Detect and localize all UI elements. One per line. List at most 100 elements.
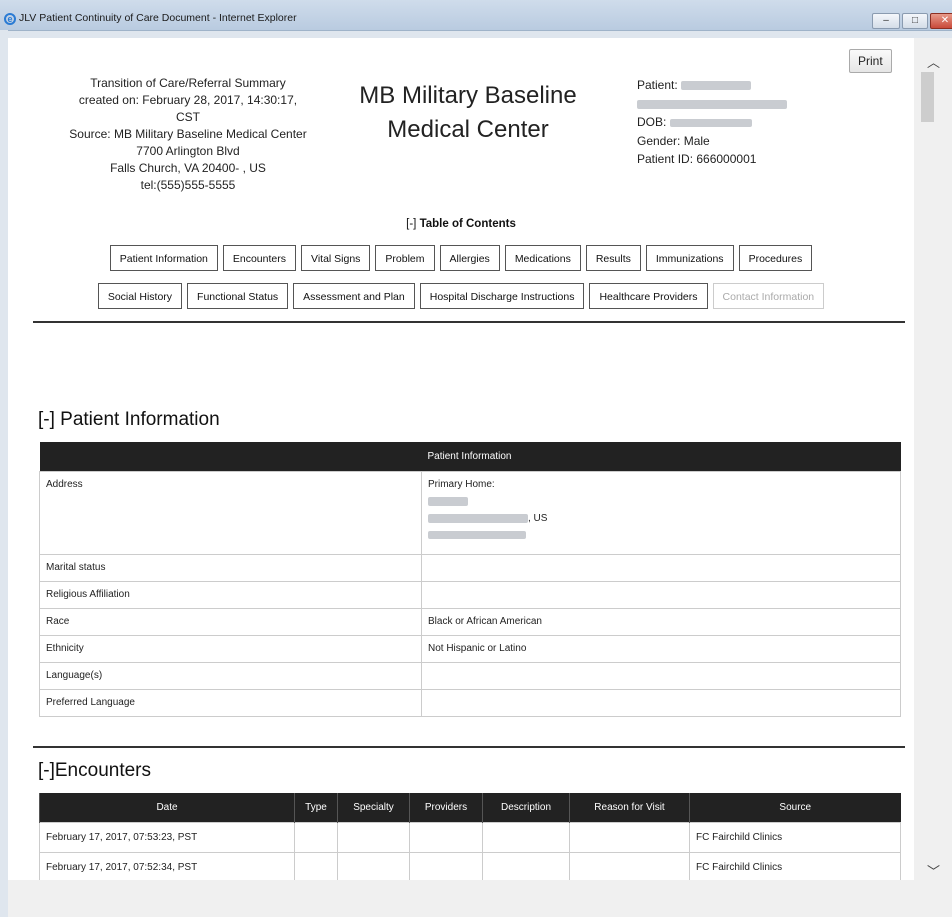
- toc-assessment-and-plan[interactable]: Assessment and Plan: [293, 283, 415, 309]
- column-header: Date: [39, 793, 295, 823]
- table-of-contents-heading: [-] Table of Contents: [8, 218, 914, 230]
- column-header: Type: [294, 793, 338, 823]
- redacted-dob: [669, 118, 752, 127]
- toc-functional-status[interactable]: Functional Status: [187, 283, 289, 309]
- dob-label: DOB:: [637, 115, 667, 129]
- encounter-description: [482, 822, 570, 853]
- address-type: Primary Home:: [428, 479, 495, 490]
- encounter-description: [482, 852, 570, 880]
- patient-information-table: Patient Information Address Primary Home…: [39, 442, 901, 717]
- gender: Gender: Male: [637, 133, 710, 148]
- encounter-date: February 17, 2017, 07:53:23, PST: [39, 822, 295, 853]
- column-header: Reason for Visit: [569, 793, 690, 823]
- column-header: Source: [689, 793, 901, 823]
- summary-line: Falls Church, VA 20400- , US: [110, 161, 266, 175]
- toc-row: Patient Information Encounters Vital Sig…: [8, 245, 914, 271]
- toc-vital-signs[interactable]: Vital Signs: [301, 245, 371, 271]
- table-row: February 17, 2017, 07:52:34, PST FC Fair…: [39, 852, 901, 880]
- marital-status-value: [421, 554, 901, 582]
- marital-status-label: Marital status: [39, 554, 422, 582]
- religious-affiliation-label: Religious Affiliation: [39, 581, 422, 609]
- patient-information-table-header: Patient Information: [421, 442, 901, 472]
- table-row: February 17, 2017, 07:53:23, PST FC Fair…: [39, 822, 901, 853]
- summary-line: Source: MB Military Baseline Medical Cen…: [69, 127, 307, 141]
- encounter-specialty: [337, 822, 410, 853]
- toc-immunizations[interactable]: Immunizations: [645, 245, 734, 271]
- toc-procedures[interactable]: Procedures: [738, 245, 813, 271]
- facility-title-line: MB Military Baseline: [359, 82, 577, 109]
- redacted-street: [428, 496, 468, 506]
- ethnicity-value: Not Hispanic or Latino: [421, 635, 901, 663]
- toc-problem[interactable]: Problem: [375, 245, 435, 271]
- encounters-table: Date Type Specialty Providers Descriptio…: [39, 793, 901, 880]
- languages-label: Language(s): [39, 662, 422, 690]
- patient-label: Patient:: [637, 78, 678, 92]
- toc-patient-information[interactable]: Patient Information: [109, 245, 218, 271]
- ethnicity-label: Ethnicity: [39, 635, 422, 663]
- maximize-button[interactable]: □: [902, 13, 928, 29]
- scroll-down-icon[interactable]: ﹀: [927, 861, 940, 880]
- close-button[interactable]: ✕: [930, 13, 952, 29]
- facility-title-line: Medical Center: [387, 116, 549, 143]
- encounter-reason: [569, 852, 690, 880]
- encounter-reason: [569, 822, 690, 853]
- address-label: Address: [39, 471, 422, 555]
- preferred-language-label: Preferred Language: [39, 689, 422, 717]
- patient-information-heading[interactable]: [-] Patient Information: [38, 409, 220, 431]
- toc-encounters[interactable]: Encounters: [222, 245, 296, 271]
- table-header-spacer: [39, 442, 422, 472]
- toc-title: Table of Contents: [419, 218, 516, 230]
- toc-hospital-discharge-instructions[interactable]: Hospital Discharge Instructions: [419, 283, 585, 309]
- religious-affiliation-value: [421, 581, 901, 609]
- toc-allergies[interactable]: Allergies: [439, 245, 500, 271]
- encounter-type: [294, 852, 338, 880]
- redacted-info: [637, 99, 787, 109]
- redacted-name: [681, 81, 752, 91]
- toc-contact-information[interactable]: Contact Information: [712, 283, 825, 309]
- address-country: , US: [528, 513, 548, 524]
- vertical-scrollbar[interactable]: ︿ ﹀: [914, 38, 952, 880]
- preferred-language-value: [421, 689, 901, 717]
- facility-title: MB Military Baseline Medical Center: [318, 79, 618, 147]
- toc-medications[interactable]: Medications: [504, 245, 581, 271]
- race-value: Black or African American: [421, 608, 901, 636]
- column-header: Description: [482, 793, 570, 823]
- redacted-city: [428, 513, 528, 523]
- document-summary: Transition of Care/Referral Summary crea…: [38, 75, 338, 194]
- section-divider: [33, 746, 905, 748]
- encounter-type: [294, 822, 338, 853]
- encounter-specialty: [337, 852, 410, 880]
- address-value: Primary Home: , US: [421, 471, 901, 555]
- print-button[interactable]: Print: [849, 49, 892, 73]
- summary-line: Transition of Care/Referral Summary: [90, 76, 286, 90]
- encounter-date: February 17, 2017, 07:52:34, PST: [39, 852, 295, 880]
- encounter-source: FC Fairchild Clinics: [689, 822, 901, 853]
- encounter-providers: [409, 822, 483, 853]
- internet-explorer-icon: e: [4, 13, 16, 25]
- window-titlebar: e JLV Patient Continuity of Care Documen…: [0, 0, 952, 31]
- toc-results[interactable]: Results: [585, 245, 641, 271]
- scroll-up-icon[interactable]: ︿: [927, 52, 940, 71]
- encounter-providers: [409, 852, 483, 880]
- toc-row: Social History Functional Status Assessm…: [8, 283, 914, 309]
- patient-id: Patient ID: 666000001: [637, 152, 757, 166]
- patient-demographics: Patient: DOB: Gender: Male Patient ID: 6…: [637, 76, 787, 169]
- toc-toggle[interactable]: [-]: [406, 218, 416, 230]
- document-viewport: Transition of Care/Referral Summary crea…: [8, 38, 914, 880]
- encounter-source: FC Fairchild Clinics: [689, 852, 901, 880]
- summary-line: created on: February 28, 2017, 14:30:17,: [78, 93, 298, 107]
- summary-line: CST: [176, 110, 200, 124]
- toc-social-history[interactable]: Social History: [97, 283, 183, 309]
- redacted-phone: [428, 531, 526, 540]
- summary-line: tel:(555)555-5555: [140, 178, 236, 192]
- languages-value: [421, 662, 901, 690]
- minimize-button[interactable]: –: [872, 13, 900, 29]
- race-label: Race: [39, 608, 422, 636]
- status-area: [8, 880, 952, 917]
- scrollbar-thumb[interactable]: [921, 72, 934, 122]
- toc-healthcare-providers[interactable]: Healthcare Providers: [589, 283, 708, 309]
- encounters-heading[interactable]: [-]Encounters: [38, 760, 151, 782]
- column-header: Specialty: [337, 793, 410, 823]
- window-frame: [0, 30, 8, 917]
- summary-line: 7700 Arlington Blvd: [136, 144, 240, 158]
